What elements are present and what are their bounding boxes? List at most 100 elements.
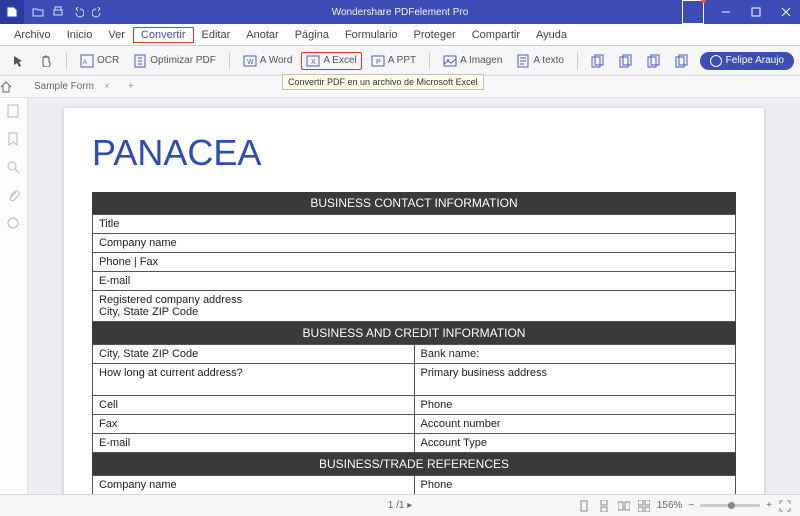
svg-text:A: A bbox=[83, 60, 87, 66]
svg-text:P: P bbox=[376, 59, 381, 66]
table-row: E-mail bbox=[93, 272, 736, 291]
to-text-button[interactable]: A texto bbox=[511, 51, 569, 71]
menu-editar[interactable]: Editar bbox=[194, 26, 239, 44]
section-1-table: Title Company name Phone | Fax E-mail Re… bbox=[92, 214, 736, 322]
batch-icon bbox=[591, 54, 605, 68]
cell: How long at current address? bbox=[93, 364, 415, 396]
section-2-header: BUSINESS AND CREDIT INFORMATION bbox=[92, 322, 736, 344]
close-tab-icon[interactable]: × bbox=[104, 81, 110, 92]
app-title: Wondershare PDFelement Pro bbox=[332, 7, 469, 18]
page-indicator[interactable]: 1 /1 ▸ bbox=[388, 500, 413, 511]
batch-3-button[interactable] bbox=[642, 51, 666, 71]
menu-convertir[interactable]: Convertir bbox=[133, 27, 194, 43]
menu-pagina[interactable]: Página bbox=[287, 26, 337, 44]
minimize-button[interactable] bbox=[712, 0, 740, 24]
new-tab-button[interactable]: + bbox=[120, 81, 142, 92]
batch-2-button[interactable] bbox=[614, 51, 638, 71]
maximize-button[interactable] bbox=[742, 0, 770, 24]
hand-tool[interactable] bbox=[34, 51, 58, 71]
menu-anotar[interactable]: Anotar bbox=[238, 26, 286, 44]
title-bar: Wondershare PDFelement Pro bbox=[0, 0, 800, 24]
to-image-button[interactable]: A Imagen bbox=[438, 51, 507, 71]
separator bbox=[229, 52, 230, 70]
section-1-header: BUSINESS CONTACT INFORMATION bbox=[92, 192, 736, 214]
section-2-table: City, State ZIP CodeBank name: How long … bbox=[92, 344, 736, 453]
optimize-icon bbox=[133, 54, 147, 68]
text-icon bbox=[516, 54, 530, 68]
zoom-in-button[interactable]: + bbox=[766, 500, 772, 511]
open-icon[interactable] bbox=[32, 6, 44, 18]
sidebar bbox=[0, 98, 28, 494]
search-icon[interactable] bbox=[6, 160, 22, 176]
undo-icon[interactable] bbox=[72, 6, 84, 18]
user-chip[interactable]: Felipe Araujo bbox=[700, 52, 794, 70]
bookmarks-icon[interactable] bbox=[6, 132, 22, 148]
separator bbox=[429, 52, 430, 70]
batch-1-button[interactable] bbox=[586, 51, 610, 71]
tooltip: Convertir PDF en un archivo de Microsoft… bbox=[282, 74, 484, 90]
thumbnails-icon[interactable] bbox=[6, 104, 22, 120]
cell: Phone bbox=[414, 396, 736, 415]
image-icon bbox=[443, 54, 457, 68]
status-bar: 1 /1 ▸ 156% − + bbox=[0, 494, 800, 516]
cell: Account number bbox=[414, 415, 736, 434]
svg-text:X: X bbox=[311, 59, 316, 66]
ocr-button[interactable]: AOCR bbox=[75, 51, 124, 71]
redo-icon[interactable] bbox=[92, 6, 104, 18]
cell: Primary business address bbox=[414, 364, 736, 396]
cell: Fax bbox=[93, 415, 415, 434]
pointer-icon bbox=[11, 54, 25, 68]
document-tab[interactable]: Sample Form× bbox=[24, 76, 120, 98]
cell: Phone bbox=[414, 476, 736, 495]
to-ppt-button[interactable]: PA PPT bbox=[366, 51, 421, 71]
attachments-icon[interactable] bbox=[6, 188, 22, 204]
separator bbox=[66, 52, 67, 70]
cell: Bank name: bbox=[414, 345, 736, 364]
table-row: Registered company address City, State Z… bbox=[93, 291, 736, 322]
to-word-button[interactable]: WA Word bbox=[238, 51, 298, 71]
menu-ver[interactable]: Ver bbox=[100, 26, 133, 44]
menu-compartir[interactable]: Compartir bbox=[464, 26, 528, 44]
to-excel-button[interactable]: XA Excel bbox=[301, 52, 361, 70]
word-icon: W bbox=[243, 54, 257, 68]
zoom-out-button[interactable]: − bbox=[688, 500, 694, 511]
hand-icon bbox=[39, 54, 53, 68]
table-row: Company name bbox=[93, 234, 736, 253]
menu-ayuda[interactable]: Ayuda bbox=[528, 26, 575, 44]
workspace: PANACEA BUSINESS CONTACT INFORMATION Tit… bbox=[0, 98, 800, 494]
home-tab[interactable] bbox=[0, 81, 24, 93]
comments-icon[interactable] bbox=[6, 216, 22, 232]
menu-proteger[interactable]: Proteger bbox=[406, 26, 464, 44]
batch-icon bbox=[619, 54, 633, 68]
batch-icon bbox=[647, 54, 661, 68]
excel-icon: X bbox=[306, 54, 320, 68]
avatar-icon bbox=[710, 55, 722, 67]
menu-bar: Archivo Inicio Ver Convertir Editar Anot… bbox=[0, 24, 800, 46]
optimize-button[interactable]: Optimizar PDF bbox=[128, 51, 221, 71]
menu-formulario[interactable]: Formulario bbox=[337, 26, 406, 44]
view-single-icon[interactable] bbox=[577, 499, 591, 513]
section-3-header: BUSINESS/TRADE REFERENCES bbox=[92, 453, 736, 475]
close-button[interactable] bbox=[772, 0, 800, 24]
table-row: Title bbox=[93, 215, 736, 234]
canvas[interactable]: PANACEA BUSINESS CONTACT INFORMATION Tit… bbox=[28, 98, 800, 494]
menu-archivo[interactable]: Archivo bbox=[6, 26, 59, 44]
mail-icon[interactable] bbox=[682, 0, 710, 24]
batch-4-button[interactable] bbox=[670, 51, 694, 71]
view-facing-icon[interactable] bbox=[617, 499, 631, 513]
menu-inicio[interactable]: Inicio bbox=[59, 26, 101, 44]
cell: Cell bbox=[93, 396, 415, 415]
zoom-thumb[interactable] bbox=[728, 502, 735, 509]
toolbar: AOCR Optimizar PDF WA Word XA Excel PA P… bbox=[0, 46, 800, 76]
view-continuous-icon[interactable] bbox=[597, 499, 611, 513]
zoom-slider[interactable] bbox=[700, 504, 760, 507]
page: PANACEA BUSINESS CONTACT INFORMATION Tit… bbox=[64, 108, 764, 494]
print-icon[interactable] bbox=[52, 6, 64, 18]
ppt-icon: P bbox=[371, 54, 385, 68]
cell: Account Type bbox=[414, 434, 736, 453]
cell: E-mail bbox=[93, 434, 415, 453]
pointer-tool[interactable] bbox=[6, 51, 30, 71]
fullscreen-icon[interactable] bbox=[778, 499, 792, 513]
view-facing-cont-icon[interactable] bbox=[637, 499, 651, 513]
separator bbox=[577, 52, 578, 70]
